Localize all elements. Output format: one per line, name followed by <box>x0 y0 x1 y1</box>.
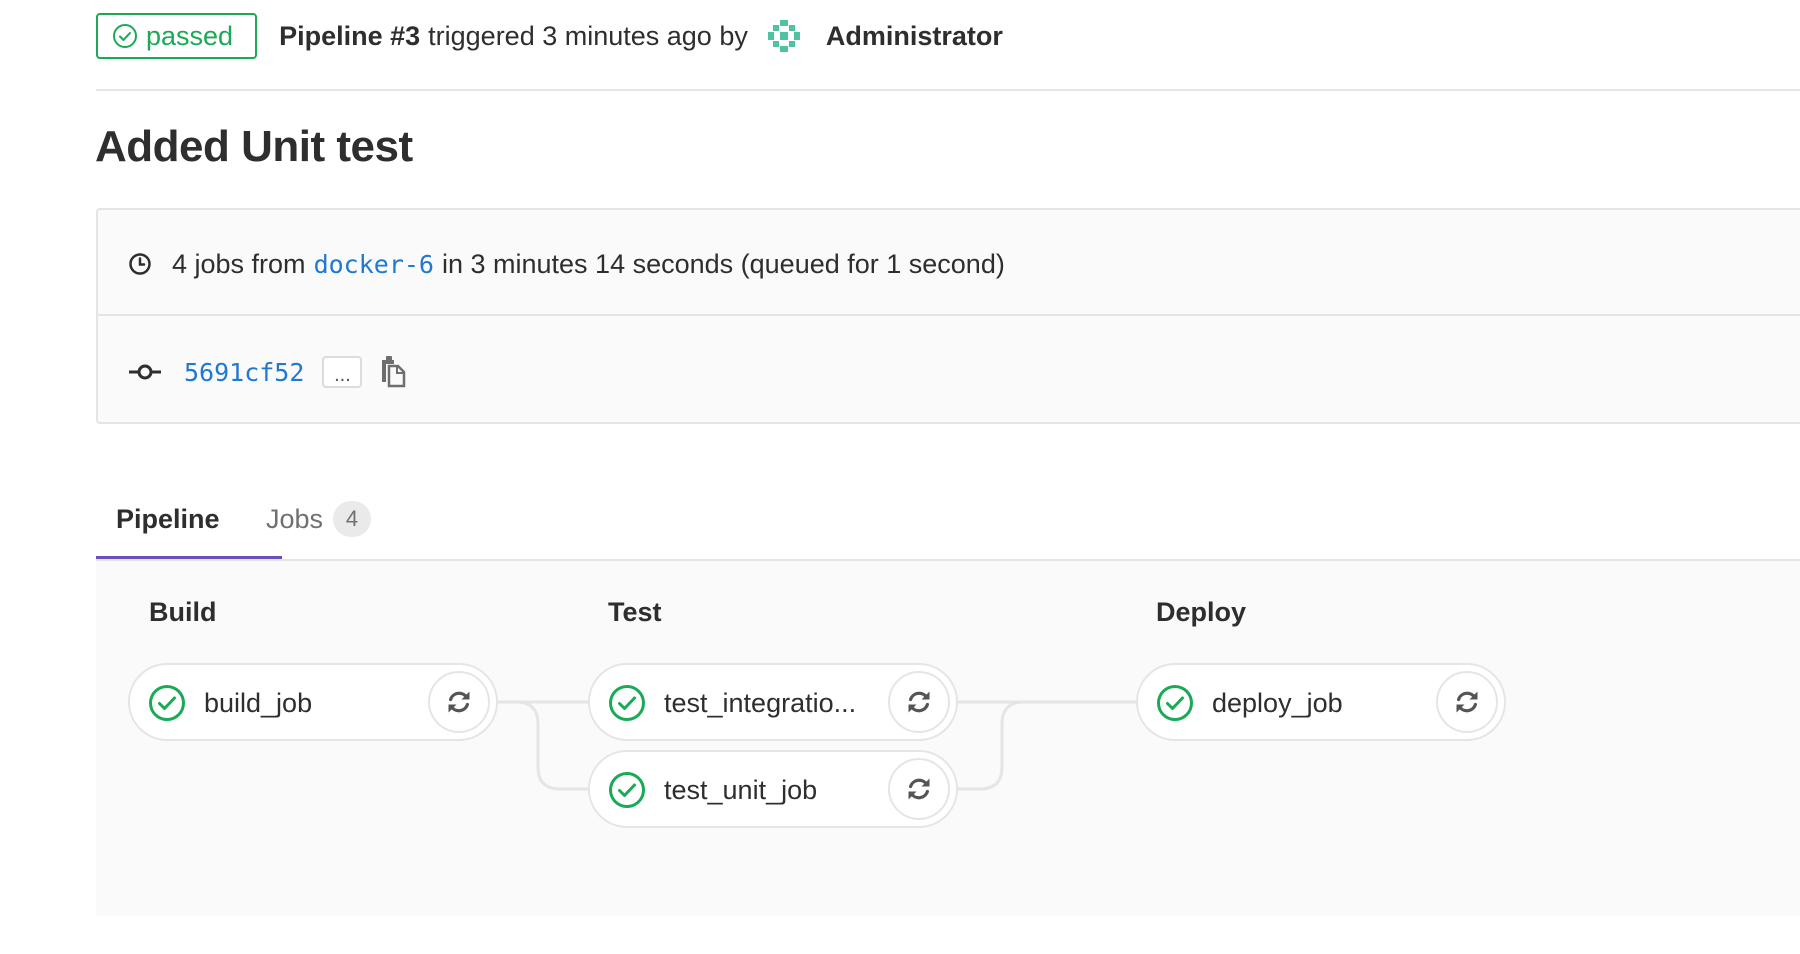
job-build[interactable]: build_job <box>128 663 498 741</box>
connector-test-unit-deploy <box>958 700 1136 791</box>
retry-button[interactable] <box>428 671 490 733</box>
tab-jobs[interactable]: Jobs 4 <box>266 478 372 560</box>
stage-deploy-title: Deploy <box>1156 597 1247 627</box>
triggered-text: triggered 3 minutes ago by <box>428 20 748 51</box>
header-divider <box>96 89 1800 91</box>
job-test-unit[interactable]: test_unit_job <box>588 750 958 828</box>
job-deploy-name: deploy_job <box>1212 688 1343 718</box>
retry-icon <box>1456 691 1478 713</box>
job-build-name: build_job <box>204 688 313 718</box>
tab-jobs-label: Jobs <box>266 503 324 534</box>
tab-pipeline[interactable]: Pipeline <box>96 478 282 560</box>
stage-test-title: Test <box>608 597 662 627</box>
retry-button[interactable] <box>888 758 950 820</box>
clock-icon <box>129 253 151 275</box>
runner-link[interactable]: docker-6 <box>314 250 434 279</box>
status-label: passed <box>146 20 234 51</box>
job-deploy[interactable]: deploy_job <box>1136 663 1506 741</box>
tab-pipeline-label: Pipeline <box>116 503 220 534</box>
expand-commit-button[interactable]: ... <box>322 356 363 388</box>
commit-sha-link[interactable]: 5691cf52 <box>184 358 304 387</box>
retry-icon <box>908 691 930 713</box>
check-circle-icon <box>149 685 185 721</box>
job-test-unit-name: test_unit_job <box>664 775 818 805</box>
connector-build-test-unit <box>498 700 588 791</box>
pipeline-page: passed Pipeline #3 triggered 3 minutes a… <box>0 0 1800 954</box>
commit-row: 5691cf52 ... <box>128 352 408 392</box>
job-test-integration-name: test_integratio... <box>664 688 857 718</box>
retry-icon <box>448 691 470 713</box>
pipeline-ref: Pipeline #3 <box>279 20 421 51</box>
check-circle-icon <box>609 685 645 721</box>
retry-button[interactable] <box>888 671 950 733</box>
duration-text: in 3 minutes 14 seconds (queued for 1 se… <box>441 248 1005 279</box>
info-divider <box>98 314 1800 316</box>
jobs-count-text: 4 jobs from <box>172 248 306 279</box>
job-test-integration[interactable]: test_integratio... <box>588 663 958 741</box>
retry-button[interactable] <box>1436 671 1498 733</box>
stage-build-title: Build <box>149 597 217 627</box>
jobs-summary: 4 jobs from docker-6 in 3 minutes 14 sec… <box>128 244 1005 284</box>
pipeline-info-box: 4 jobs from docker-6 in 3 minutes 14 sec… <box>96 208 1800 424</box>
check-circle-icon <box>113 24 137 48</box>
pipeline-graph: Build build_job Test test_integratio... … <box>96 561 1800 916</box>
avatar[interactable] <box>764 16 804 56</box>
retry-icon <box>908 778 930 800</box>
author-link[interactable]: Administrator <box>826 21 1003 52</box>
check-circle-icon <box>1157 685 1193 721</box>
pipeline-header: passed Pipeline #3 triggered 3 minutes a… <box>96 11 1003 61</box>
commit-icon <box>129 364 161 380</box>
clipboard-icon[interactable] <box>378 356 408 388</box>
jobs-count-badge: 4 <box>333 501 372 537</box>
pipeline-tabs: Pipeline Jobs 4 <box>96 478 1800 560</box>
status-badge[interactable]: passed <box>96 13 258 59</box>
page-title: Added Unit test <box>95 122 413 171</box>
check-circle-icon <box>609 772 645 808</box>
